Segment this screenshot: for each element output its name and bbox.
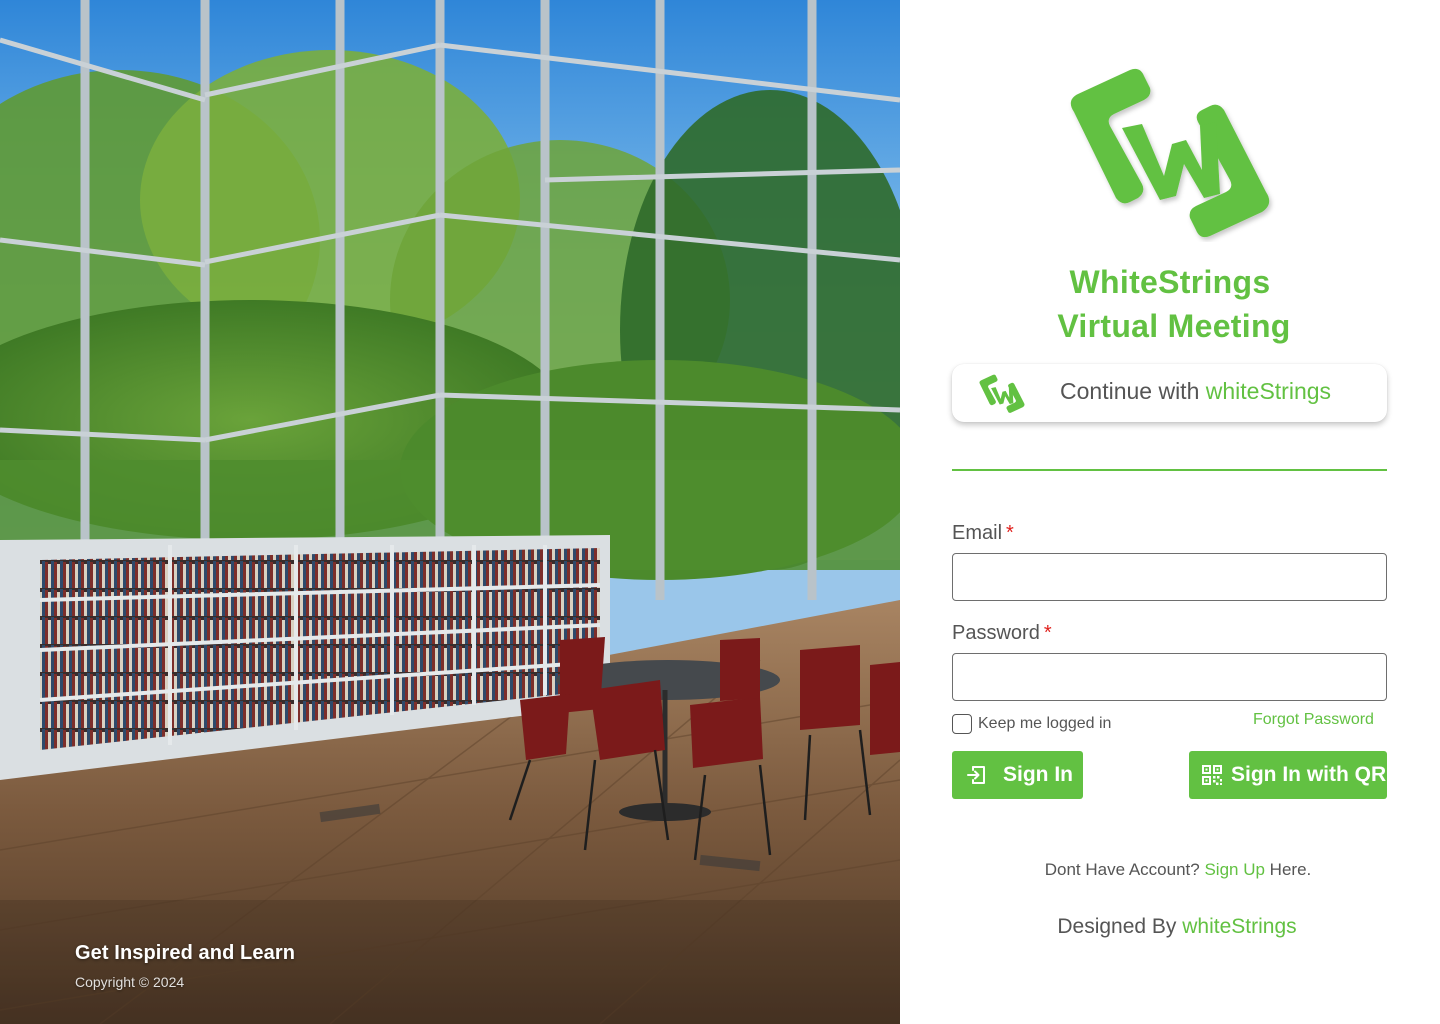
sign-in-with-qr-label: Sign In with QR bbox=[1231, 763, 1387, 786]
designed-by-brand: whiteStrings bbox=[1182, 915, 1297, 938]
sign-up-link[interactable]: Sign Up bbox=[1204, 860, 1264, 879]
copyright-text: Copyright © 2024 bbox=[75, 974, 185, 990]
password-label: Password * bbox=[952, 622, 1052, 645]
sign-in-with-qr-button[interactable]: Sign In with QR bbox=[1189, 751, 1387, 799]
continue-with-prefix: Continue with bbox=[1060, 378, 1206, 404]
email-label-text: Email bbox=[952, 522, 1003, 544]
keep-logged-in-label[interactable]: Keep me logged in bbox=[978, 715, 1111, 733]
qr-code-icon bbox=[1202, 765, 1222, 785]
designed-by-prefix: Designed By bbox=[1057, 915, 1177, 938]
designed-by-footer: Designed By whiteStrings bbox=[900, 915, 1440, 939]
hero-panel: Get Inspired and Learn Copyright © 2024 bbox=[0, 0, 900, 1024]
whitestrings-small-logo-icon bbox=[979, 374, 1025, 413]
keep-logged-in-row[interactable]: Keep me logged in bbox=[952, 713, 1111, 735]
password-label-text: Password bbox=[952, 622, 1040, 644]
password-input[interactable] bbox=[952, 653, 1387, 701]
forgot-password-link[interactable]: Forgot Password bbox=[1253, 711, 1374, 729]
hero-caption: Get Inspired and Learn Copyright © 2024 bbox=[75, 942, 295, 990]
app-title-line2: Virtual Meeting bbox=[1057, 308, 1291, 344]
whitestrings-logo bbox=[1070, 68, 1270, 238]
keep-logged-in-checkbox[interactable] bbox=[952, 714, 972, 734]
sign-in-button[interactable]: Sign In bbox=[952, 751, 1083, 799]
section-divider bbox=[952, 469, 1387, 471]
email-input[interactable] bbox=[952, 553, 1387, 601]
required-asterisk: * bbox=[1043, 622, 1052, 644]
email-label: Email * bbox=[952, 522, 1014, 545]
signup-prompt: Dont Have Account? Sign Up Here. bbox=[900, 860, 1440, 880]
app-title: WhiteStrings Virtual Meeting bbox=[900, 260, 1440, 348]
login-icon bbox=[967, 766, 985, 784]
required-asterisk: * bbox=[1006, 522, 1014, 544]
continue-with-provider: whiteStrings bbox=[1205, 378, 1332, 404]
app-title-line1: WhiteStrings bbox=[1069, 264, 1271, 300]
login-panel: WhiteStrings Virtual Meeting Continue wi… bbox=[900, 0, 1440, 1024]
sign-in-label: Sign In bbox=[1003, 763, 1073, 786]
library-photo bbox=[0, 0, 900, 1024]
signup-prefix: Dont Have Account? bbox=[1044, 860, 1200, 879]
continue-with-label: Continue with whiteStrings bbox=[1060, 378, 1331, 405]
signup-suffix: Here. bbox=[1269, 860, 1312, 879]
continue-with-whitestrings-button[interactable]: Continue with whiteStrings bbox=[952, 364, 1387, 422]
hero-tagline: Get Inspired and Learn bbox=[75, 942, 296, 964]
